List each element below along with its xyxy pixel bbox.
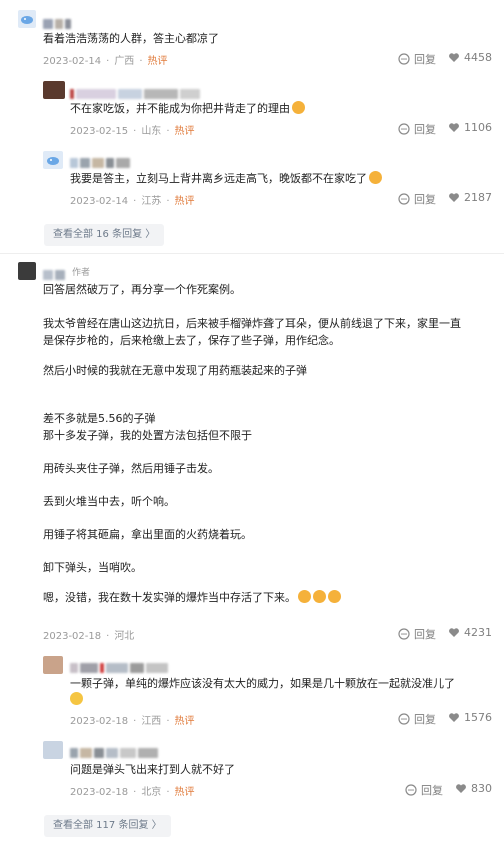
- like-button[interactable]: 4231: [448, 626, 492, 639]
- like-button[interactable]: 1106: [448, 121, 492, 134]
- reply-location: 江苏: [141, 196, 162, 207]
- avatar[interactable]: [43, 151, 63, 169]
- sunglasses-emoji-icon: [328, 590, 341, 603]
- reply-location: 山东: [141, 126, 162, 137]
- sunglasses-emoji-icon: [369, 171, 382, 184]
- reply-meta: 2023-02-15 · 山东 · 热评: [70, 126, 195, 137]
- reply-date: 2023-02-18: [70, 716, 129, 727]
- view-all-replies-button[interactable]: 查看全部 117 条回复 〉: [44, 815, 171, 837]
- reply-meta: 2023-02-18 · 江西 · 热评: [70, 716, 195, 727]
- comment-line: 嗯，没错，我在数十发实弹的爆炸当中存活了下来。: [43, 590, 341, 605]
- comment-line: 用锤子将其砸扁，拿出里面的火药烧着玩。: [43, 528, 252, 541]
- reply-bubble-icon: [398, 53, 410, 65]
- comment-date: 2023-02-14: [43, 56, 102, 67]
- like-button[interactable]: 2187: [448, 191, 492, 204]
- heart-icon: [449, 628, 459, 637]
- heart-icon: [456, 784, 466, 793]
- comment-line: 卸下弹头，当哨吹。: [43, 561, 142, 574]
- reply-bubble-icon: [405, 784, 417, 796]
- reply-location: 北京: [141, 787, 162, 798]
- heart-icon: [449, 123, 459, 132]
- comment-meta: 2023-02-18 · 河北: [43, 631, 135, 642]
- reply-button[interactable]: 回复: [398, 626, 436, 642]
- hot-badge: 热评: [174, 716, 195, 727]
- avatar[interactable]: [43, 656, 63, 674]
- username-blurred[interactable]: [70, 658, 170, 673]
- comment-line: 丢到火堆当中去，听个响。: [43, 495, 175, 508]
- reply-text: 一颗子弹，单纯的爆炸应该没有太大的威力，如果是几十颗放在一起就没准儿了: [70, 677, 455, 690]
- comment-location: 广西: [114, 56, 135, 67]
- comment-text: 看着浩浩荡荡的人群，答主心都凉了: [43, 32, 219, 45]
- username-blurred[interactable]: [43, 265, 67, 280]
- bird-icon: [21, 16, 33, 24]
- avatar[interactable]: [43, 81, 65, 99]
- comment-line: 差不多就是5.56的子弹: [43, 412, 156, 425]
- divider: [0, 253, 504, 254]
- hot-badge: 热评: [174, 126, 195, 137]
- reply-bubble-icon: [398, 193, 410, 205]
- comment-line: 我太爷曾经在唐山这边抗日，后来被手榴弹炸聋了耳朵，便从前线退了下来，家里一直: [43, 317, 461, 330]
- like-button[interactable]: 4458: [448, 51, 492, 64]
- reply-bubble-icon: [398, 628, 410, 640]
- reply-date: 2023-02-18: [70, 787, 129, 798]
- reply-bubble-icon: [398, 713, 410, 725]
- comment-location: 河北: [114, 631, 135, 642]
- heart-icon: [449, 193, 459, 202]
- reply-button[interactable]: 回复: [405, 782, 443, 798]
- sunglasses-emoji-icon: [298, 590, 311, 603]
- thinking-emoji-icon: [70, 692, 83, 705]
- reply-button[interactable]: 回复: [398, 711, 436, 727]
- smirk-emoji-icon: [292, 101, 305, 114]
- hot-badge: 热评: [147, 56, 168, 67]
- view-all-replies-button[interactable]: 查看全部 16 条回复 〉: [44, 224, 165, 246]
- reply-text: 我要是答主，立刻马上背井离乡远走高飞，晚饭都不在家吃了: [70, 171, 382, 186]
- reply-button[interactable]: 回复: [398, 51, 436, 67]
- username-blurred[interactable]: [70, 153, 132, 168]
- comment-line: 然后小时候的我就在无意中发现了用药瓶装起来的子弹: [43, 364, 307, 377]
- reply-text-emoji: [70, 692, 83, 707]
- author-tag: 作者: [72, 268, 91, 278]
- avatar[interactable]: [18, 10, 36, 28]
- reply-button[interactable]: 回复: [398, 191, 436, 207]
- reply-bubble-icon: [398, 123, 410, 135]
- hot-badge: 热评: [174, 787, 195, 798]
- comment-date: 2023-02-18: [43, 631, 102, 642]
- heart-icon: [449, 53, 459, 62]
- bird-icon: [47, 157, 59, 165]
- avatar[interactable]: [43, 741, 63, 759]
- comment-line: 那十多发子弹，我的处置方法包括但不限于: [43, 429, 252, 442]
- like-button[interactable]: 1576: [448, 711, 492, 724]
- heart-icon: [449, 713, 459, 722]
- reply-date: 2023-02-15: [70, 126, 129, 137]
- sunglasses-emoji-icon: [313, 590, 326, 603]
- comment-line: 回答居然破万了，再分享一个作死案例。: [43, 283, 241, 296]
- reply-text: 问题是弹头飞出来打到人就不好了: [70, 763, 235, 776]
- comment-line: 是保存步枪的，后来枪缴上去了，保存了些子弹，用作纪念。: [43, 334, 340, 347]
- reply-meta: 2023-02-18 · 北京 · 热评: [70, 787, 195, 798]
- username-blurred[interactable]: [70, 743, 160, 758]
- reply-button[interactable]: 回复: [398, 121, 436, 137]
- username-blurred[interactable]: [70, 84, 202, 99]
- reply-meta: 2023-02-14 · 江苏 · 热评: [70, 196, 195, 207]
- like-button[interactable]: 830: [455, 782, 492, 795]
- hot-badge: 热评: [174, 196, 195, 207]
- comment-line: 用砖头夹住子弹，然后用锤子击发。: [43, 462, 219, 475]
- reply-text: 不在家吃饭，并不能成为你把井背走了的理由: [70, 101, 305, 116]
- username-blurred[interactable]: [43, 14, 73, 29]
- reply-location: 江西: [141, 716, 162, 727]
- avatar[interactable]: [18, 262, 36, 280]
- comment-meta: 2023-02-14 · 广西 · 热评: [43, 56, 168, 67]
- reply-date: 2023-02-14: [70, 196, 129, 207]
